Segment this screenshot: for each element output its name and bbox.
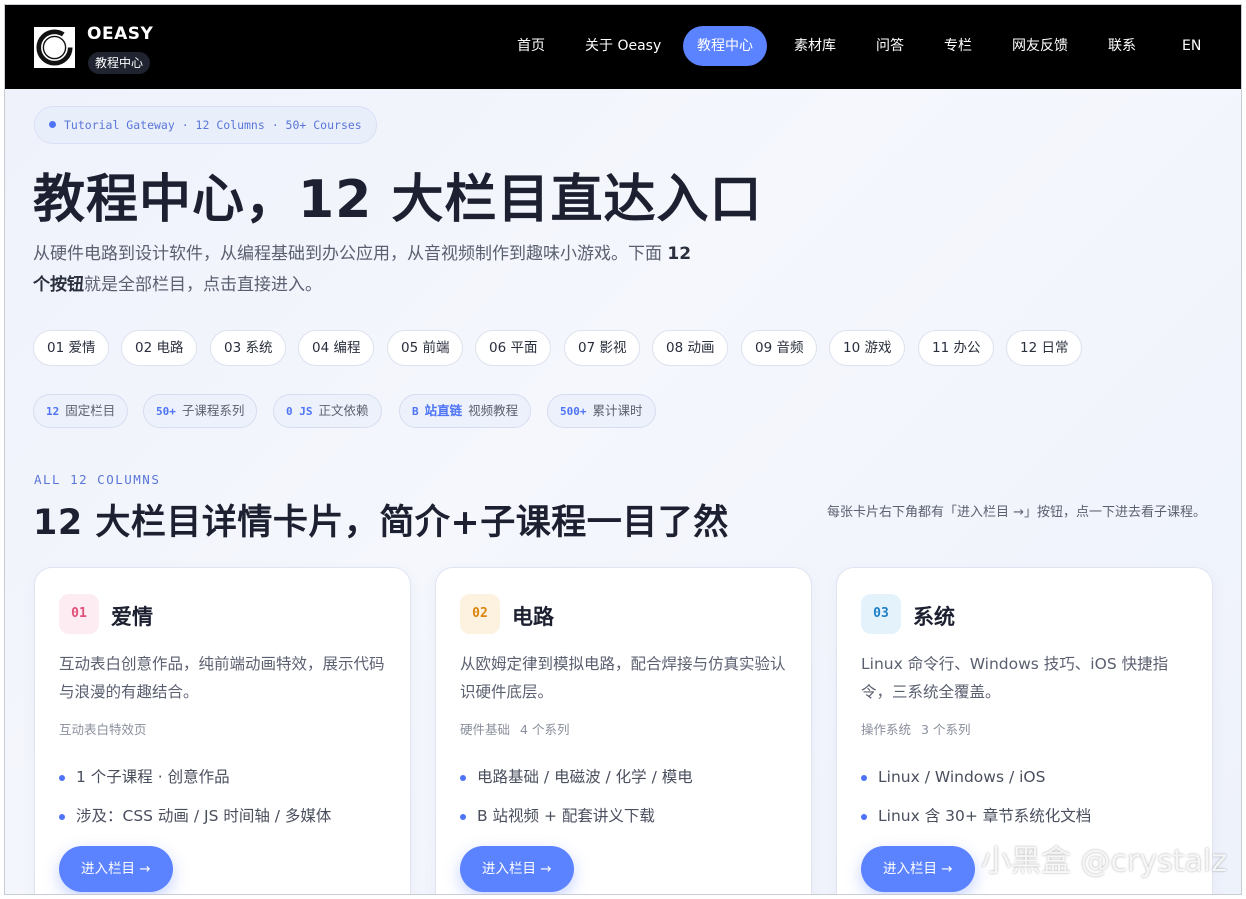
card-number-badge: 02 (460, 594, 500, 634)
card-course-list: 电路基础 / 电磁波 / 化学 / 模电 B 站视频 + 配套讲义下载 (460, 758, 794, 836)
list-item: 1 个子课程 · 创意作品 (59, 758, 393, 797)
card-description: 互动表白创意作品，纯前端动画特效，展示代码与浪漫的有趣结合。 (59, 655, 385, 701)
kicker-dot-icon (49, 121, 56, 128)
section-title: 12 大栏目详情卡片，简介+子课程一目了然 (33, 503, 729, 543)
stat-value: 50+ (156, 405, 176, 418)
nav-item-home[interactable]: 首页 (517, 26, 545, 66)
nav-item-feedback[interactable]: 网友反馈 (1012, 26, 1068, 66)
nav-item-columns[interactable]: 专栏 (944, 26, 972, 66)
stat-courses: 50+ 子课程系列 (143, 394, 258, 428)
nav-item-qa[interactable]: 问答 (876, 26, 904, 66)
column-card-love: 01 爱情 互动表白创意作品，纯前端动画特效，展示代码与浪漫的有趣结合。 互动表… (34, 567, 411, 894)
card-meta-tag: 互动表白特效页 (59, 722, 147, 737)
section-kicker: ALL 12 COLUMNS (34, 472, 161, 487)
stat-label: 固定栏目 (65, 403, 116, 418)
stat-bilibili: B 站直链 视频教程 (399, 394, 532, 428)
chip-audio[interactable]: 09 音频 (741, 330, 818, 366)
hero-desc-part1: 从硬件电路到设计软件，从编程基础到办公应用，从音视频制作到趣味小游戏。下面 (33, 244, 668, 264)
stat-label: 正文依赖 (318, 403, 369, 418)
enter-column-button[interactable]: 进入栏目 → (460, 846, 574, 892)
card-meta-count: 3 个系列 (921, 722, 971, 737)
stat-label: 子课程系列 (181, 403, 245, 418)
card-meta: 硬件基础 4 个系列 (460, 719, 569, 738)
chip-system[interactable]: 03 系统 (210, 330, 287, 366)
card-description: Linux 命令行、Windows 技巧、iOS 快捷指令，三系统全覆盖。 (861, 655, 1169, 701)
card-meta: 互动表白特效页 (59, 719, 147, 738)
chip-game[interactable]: 10 游戏 (829, 330, 906, 366)
card-number-badge: 01 (59, 594, 99, 634)
chip-office[interactable]: 11 办公 (918, 330, 995, 366)
watermark: 小黑盒 @crystalz (981, 844, 1227, 879)
hero-kicker: Tutorial Gateway · 12 Columns · 50+ Cour… (34, 106, 377, 144)
main-nav: 首页 关于 Oeasy 教程中心 素材库 问答 专栏 网友反馈 联系 EN (5, 26, 1241, 66)
card-meta-tag: 操作系统 (861, 722, 912, 737)
stat-value: 0 JS (286, 405, 313, 418)
nav-item-tutorials[interactable]: 教程中心 (683, 26, 767, 66)
nav-item-contact[interactable]: 联系 (1108, 26, 1136, 66)
stat-label: 累计课时 (592, 403, 643, 418)
enter-column-button[interactable]: 进入栏目 → (861, 846, 975, 892)
list-item: B 站视频 + 配套讲义下载 (460, 797, 794, 836)
hero-desc-part2: 就是全部栏目，点击直接进入。 (84, 275, 322, 295)
chip-frontend[interactable]: 05 前端 (387, 330, 464, 366)
chip-graphic[interactable]: 06 平面 (475, 330, 552, 366)
list-item: Linux / Windows / iOS (861, 758, 1195, 797)
chip-video[interactable]: 07 影视 (564, 330, 641, 366)
stat-value: B (412, 405, 419, 418)
card-title: 电路 (512, 605, 554, 629)
hero-description: 从硬件电路到设计软件，从编程基础到办公应用，从音视频制作到趣味小游戏。下面 12… (33, 239, 693, 301)
card-course-list: 1 个子课程 · 创意作品 涉及：CSS 动画 / JS 时间轴 / 多媒体 (59, 758, 393, 836)
enter-column-button[interactable]: 进入栏目 → (59, 846, 173, 892)
card-course-list: Linux / Windows / iOS Linux 含 30+ 章节系统化文… (861, 758, 1195, 836)
list-item: 电路基础 / 电磁波 / 化学 / 模电 (460, 758, 794, 797)
card-meta-tag: 硬件基础 (460, 722, 511, 737)
card-number-badge: 03 (861, 594, 901, 634)
page-title: 教程中心，12 大栏目直达入口 (33, 170, 763, 230)
top-header: OEASY 教程中心 首页 关于 Oeasy 教程中心 素材库 问答 专栏 网友… (5, 5, 1241, 89)
chip-animation[interactable]: 08 动画 (652, 330, 729, 366)
nav-item-about[interactable]: 关于 Oeasy (585, 26, 661, 66)
list-item: Linux 含 30+ 章节系统化文档 (861, 797, 1195, 836)
card-meta: 操作系统 3 个系列 (861, 719, 970, 738)
nav-item-language[interactable]: EN (1182, 26, 1201, 66)
chip-programming[interactable]: 04 编程 (298, 330, 375, 366)
stat-label: 视频教程 (468, 403, 519, 418)
stat-value: 12 (46, 405, 60, 418)
hero-kicker-text: Tutorial Gateway · 12 Columns · 50+ Cour… (64, 118, 362, 132)
chip-daily[interactable]: 12 日常 (1006, 330, 1083, 366)
card-meta-count: 4 个系列 (520, 722, 570, 737)
card-description: 从欧姆定律到模拟电路，配合焊接与仿真实验认识硬件底层。 (460, 655, 786, 701)
section-note: 每张卡片右下角都有「进入栏目 →」按钮，点一下进去看子课程。 (826, 505, 1206, 520)
stat-highlight: 站直链 (424, 403, 463, 418)
stat-columns: 12 固定栏目 (33, 394, 129, 428)
stat-js: 0 JS 正文依赖 (273, 394, 382, 428)
chip-circuit[interactable]: 02 电路 (121, 330, 198, 366)
page-frame: OEASY 教程中心 首页 关于 Oeasy 教程中心 素材库 问答 专栏 网友… (4, 4, 1242, 895)
nav-item-assets[interactable]: 素材库 (794, 26, 836, 66)
column-card-circuit: 02 电路 从欧姆定律到模拟电路，配合焊接与仿真实验认识硬件底层。 硬件基础 4 … (435, 567, 812, 894)
list-item: 涉及：CSS 动画 / JS 时间轴 / 多媒体 (59, 797, 393, 836)
card-title: 爱情 (111, 605, 153, 629)
stat-value: 500+ (560, 405, 587, 418)
stat-hours: 500+ 累计课时 (547, 394, 656, 428)
chip-love[interactable]: 01 爱情 (33, 330, 110, 366)
card-title: 系统 (913, 605, 955, 629)
